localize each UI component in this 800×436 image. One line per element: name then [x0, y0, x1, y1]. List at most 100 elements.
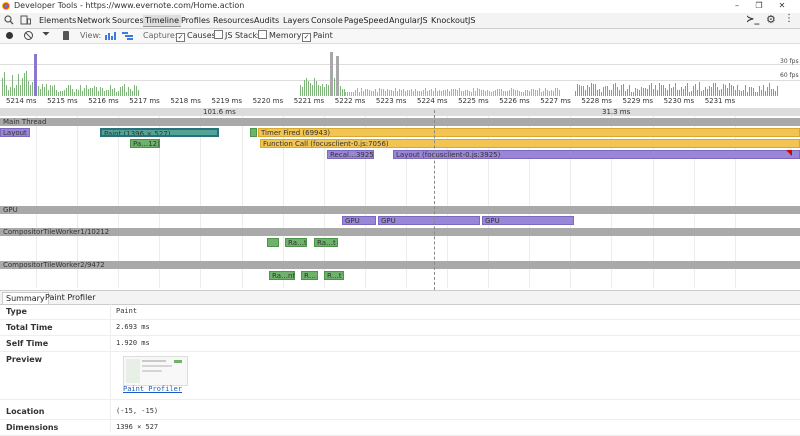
event-layout-long[interactable]: Layout (focusclient-0.js:3925) [393, 150, 800, 159]
overview-frame-bar [120, 87, 121, 96]
event-gpu-1[interactable]: GPU [342, 216, 376, 225]
event-function-call[interactable]: Function Call (focusclient-0.js:7056) [260, 139, 800, 148]
gear-icon[interactable]: ⚙ [766, 13, 776, 26]
event-worker2-a[interactable]: Ra…nt [269, 271, 295, 280]
event-recalc-style[interactable]: Recal…3925) [327, 150, 374, 159]
event-worker1-b[interactable]: Ra…t [285, 238, 307, 247]
overview-frame-bar [763, 85, 764, 96]
self-time-value: 1.920 ms [116, 339, 150, 347]
tab-profiles[interactable]: Profiles [181, 15, 210, 26]
overview-frame-bar [46, 84, 47, 96]
overview-frame-bar [20, 85, 21, 96]
flame-chart-view-icon[interactable] [105, 32, 117, 40]
overview-frame-bar [637, 89, 638, 96]
fps-60-line [0, 80, 800, 81]
overview-frame-bar [499, 89, 500, 96]
gpu-header[interactable]: GPU [0, 206, 800, 214]
overview-frame-bar [38, 86, 39, 96]
event-worker2-b[interactable]: R… [301, 271, 318, 280]
overview-frame-bar [629, 85, 630, 96]
tab-resources[interactable]: Resources [213, 15, 254, 26]
overview-frame-bar [771, 89, 772, 96]
event-paint-small[interactable]: Pa…12) [130, 139, 160, 148]
clear-icon[interactable] [24, 31, 33, 40]
device-mode-icon[interactable] [20, 15, 31, 25]
overview-frame-bar [112, 89, 113, 96]
event-paint-selected[interactable]: Paint (1396 × 527) [100, 128, 219, 137]
drawer-toggle-icon[interactable]: ≻_ [746, 14, 759, 25]
overview-frame-bar [737, 85, 738, 96]
overview-frame-bar [729, 83, 730, 96]
event-worker2-c[interactable]: R…t [324, 271, 344, 280]
overview-frame-bar [365, 89, 366, 96]
main-thread-header[interactable]: Main Thread [0, 118, 800, 126]
overview-frame-bar [367, 89, 368, 96]
overview-frame-bar [773, 89, 774, 96]
event-small-green[interactable] [250, 128, 257, 137]
tab-layers[interactable]: Layers [283, 15, 309, 26]
total-time-value: 2.693 ms [116, 323, 150, 331]
paint-checkbox[interactable]: ✓ Paint [302, 30, 333, 42]
window-title-bar: Developer Tools - https://www.evernote.c… [0, 0, 800, 12]
close-button[interactable]: ✕ [775, 0, 789, 12]
tab-network[interactable]: Network [77, 15, 110, 26]
overview-frame-bar [707, 89, 708, 96]
restore-button[interactable]: ❐ [752, 0, 766, 12]
worker1-header[interactable]: CompositorTileWorker1/10212 [0, 228, 800, 236]
overview-frame-bar [531, 89, 532, 96]
overview-frame-bar [18, 74, 19, 96]
overview-frame-bar [617, 87, 618, 96]
overview-frame-bar [683, 89, 684, 96]
tab-pagespeed[interactable]: PageSpeed [344, 15, 388, 26]
overview-frame-bar [587, 85, 588, 96]
tab-angularjs[interactable]: AngularJS [389, 15, 428, 26]
tab-elements[interactable]: Elements [39, 15, 76, 26]
paint-preview-image [123, 356, 188, 386]
inspect-icon[interactable] [4, 15, 14, 25]
ruler-tick-label: 5219 ms [211, 97, 243, 105]
garbage-collect-icon[interactable] [63, 31, 69, 40]
overview-frame-bar [511, 88, 512, 96]
overview-frame-bar [431, 89, 432, 96]
overview-frame-bar [340, 86, 341, 96]
timeline-overview[interactable]: 30 fps 60 fps [0, 44, 800, 97]
overview-frame-bar [395, 88, 396, 96]
more-options-icon[interactable]: ⋮ [784, 13, 794, 24]
record-icon[interactable] [6, 32, 13, 39]
causes-checkbox[interactable]: ✓ Causes [176, 30, 216, 42]
paint-profiler-link[interactable]: Paint Profiler [123, 385, 182, 393]
tab-console[interactable]: Console [311, 15, 343, 26]
overview-frame-bar [326, 84, 327, 96]
ruler-tick-label: 5228 ms [581, 97, 612, 105]
overview-frame-bar [473, 88, 474, 96]
summary-row-self-time: Self Time 1.920 ms [0, 336, 800, 352]
event-worker1-a[interactable] [267, 238, 279, 247]
event-layout[interactable]: Layout [0, 128, 30, 137]
overview-frame-bar [653, 89, 654, 96]
tab-knockoutjs[interactable]: KnockoutJS [431, 15, 476, 26]
waterfall-view-icon[interactable] [122, 32, 134, 40]
event-gpu-3[interactable]: GPU [482, 216, 574, 225]
event-gpu-2[interactable]: GPU [378, 216, 480, 225]
event-worker1-c[interactable]: Ra…t [314, 238, 338, 247]
overview-frame-bar [314, 78, 315, 96]
tab-sources[interactable]: Sources [112, 15, 144, 26]
selection-range-bar[interactable]: 101.6 ms 31.3 ms [0, 108, 800, 116]
worker2-header[interactable]: CompositorTileWorker2/9472 [0, 261, 800, 269]
tab-audits[interactable]: Audits [254, 15, 279, 26]
overview-frame-bar [699, 82, 700, 96]
overview-frame-bar [501, 89, 502, 96]
overview-frame-bar [759, 86, 760, 96]
event-timer-fired[interactable]: Timer Fired (69943) [258, 128, 800, 137]
minimize-button[interactable]: – [730, 0, 744, 12]
filter-icon[interactable]: ⏷ [42, 29, 50, 40]
tab-paint-profiler[interactable]: Paint Profiler [42, 292, 99, 303]
overview-frame-bar [32, 82, 33, 96]
overview-frame-bar [300, 85, 301, 96]
window-title: Developer Tools - https://www.evernote.c… [14, 1, 245, 10]
memory-checkbox[interactable]: Memory [258, 30, 302, 42]
overview-frame-bar [94, 86, 95, 96]
overview-frame-bar [16, 85, 17, 96]
tab-timeline[interactable]: Timeline [143, 15, 182, 27]
jsstacks-checkbox[interactable]: JS Stacks [214, 30, 261, 42]
